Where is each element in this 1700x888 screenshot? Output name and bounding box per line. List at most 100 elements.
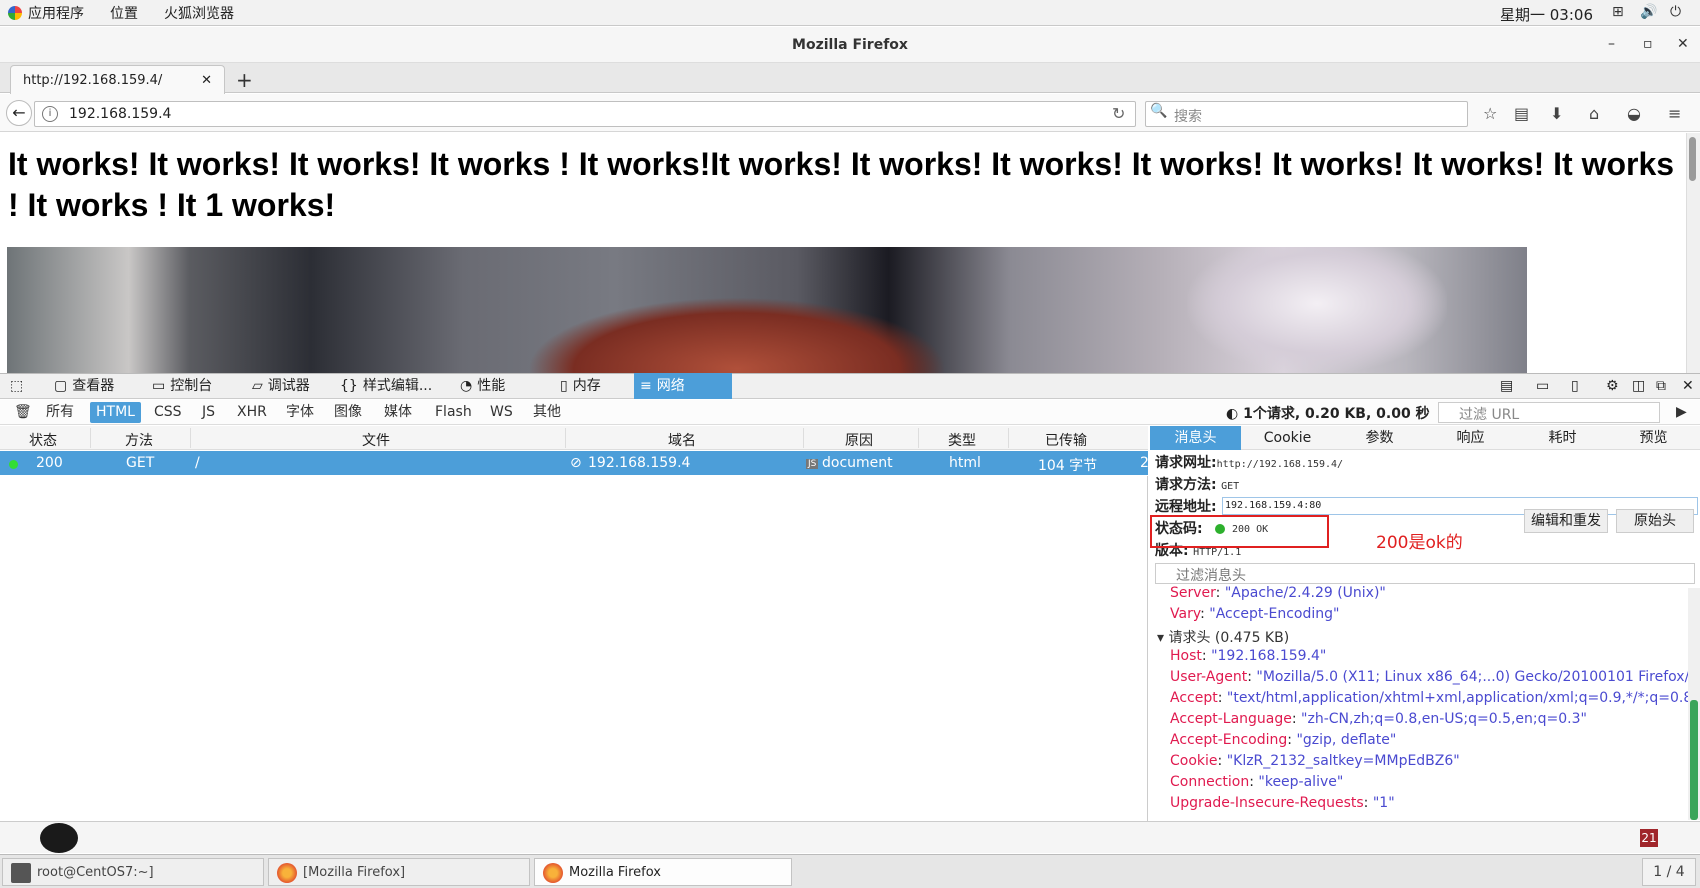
- filter-media[interactable]: 媒体: [378, 402, 418, 423]
- responsive-mode-icon[interactable]: ▤: [1494, 373, 1519, 399]
- network-icon[interactable]: ⊞: [1612, 4, 1624, 20]
- window-title: Mozilla Firefox: [0, 27, 1700, 63]
- tab-network[interactable]: ≡ 网络: [634, 373, 732, 399]
- network-tab-icon: ≡: [640, 378, 652, 394]
- firefox-menu[interactable]: 火狐浏览器: [164, 3, 234, 23]
- row-type: html: [949, 455, 981, 471]
- edit-resend-button[interactable]: 编辑和重发: [1524, 509, 1608, 533]
- downloads-icon[interactable]: ⬇: [1550, 104, 1563, 123]
- filter-flash[interactable]: Flash: [429, 402, 478, 423]
- filter-images[interactable]: 图像: [328, 402, 368, 423]
- places-menu[interactable]: 位置: [110, 3, 138, 23]
- hamburger-menu-icon[interactable]: ≡: [1668, 104, 1681, 123]
- volume-icon[interactable]: 🔊: [1640, 4, 1657, 20]
- tab-memory[interactable]: ▯ 内存: [554, 373, 607, 399]
- filter-html[interactable]: HTML: [90, 402, 141, 423]
- col-file[interactable]: 文件: [362, 430, 390, 450]
- request-headers-section[interactable]: ▾ 请求头 (0.475 KB): [1157, 627, 1289, 647]
- header-line: Server: "Apache/2.4.29 (Unix)": [1170, 585, 1386, 601]
- col-transferred[interactable]: 已传输: [1045, 430, 1087, 450]
- tab-console[interactable]: ▭ 控制台: [146, 373, 218, 399]
- filter-ws[interactable]: WS: [484, 402, 519, 423]
- status-dot: [9, 460, 18, 469]
- dock-side-icon[interactable]: ◫: [1626, 373, 1651, 399]
- close-window-button[interactable]: ✕: [1677, 36, 1689, 52]
- col-status[interactable]: 状态: [29, 430, 57, 450]
- split-console-icon[interactable]: ▭: [1530, 373, 1555, 399]
- inspector-icon: ▢: [54, 378, 68, 394]
- tab-style-editor[interactable]: {} 样式编辑...: [334, 373, 438, 399]
- memory-icon: ▯: [560, 378, 568, 394]
- performance-icon: ◔: [460, 378, 473, 394]
- console-icon: ▭: [152, 378, 166, 394]
- bookmark-star-icon[interactable]: ☆: [1483, 104, 1497, 123]
- device-icon[interactable]: ▯: [1565, 373, 1585, 399]
- debugger-icon: ▱: [252, 378, 263, 394]
- applications-menu[interactable]: 应用程序: [8, 3, 84, 23]
- tab-inspector[interactable]: ▢ 查看器: [48, 373, 120, 399]
- row-status: 200: [36, 455, 63, 471]
- header-line: User-Agent: "Mozilla/5.0 (X11; Linux x86…: [1170, 669, 1700, 685]
- filter-fonts[interactable]: 字体: [280, 402, 320, 423]
- close-devtools-icon[interactable]: ✕: [1676, 373, 1700, 399]
- detail-scrollbar-thumb[interactable]: [1690, 700, 1698, 820]
- summary-icon: ◐: [1226, 406, 1244, 422]
- clear-requests-icon[interactable]: 🗑: [8, 402, 38, 423]
- header-line: Connection: "keep-alive": [1170, 774, 1344, 790]
- filter-all[interactable]: 所有: [40, 402, 80, 423]
- filter-other[interactable]: 其他: [527, 402, 567, 423]
- site-info-icon[interactable]: i: [42, 106, 58, 122]
- tab-params[interactable]: 参数: [1334, 426, 1425, 450]
- insecure-icon: ⊘: [570, 455, 582, 471]
- maximize-button[interactable]: ▫: [1643, 36, 1653, 52]
- header-filter-input[interactable]: 过滤消息头: [1155, 563, 1695, 584]
- clock[interactable]: 星期一 03:06: [1500, 4, 1593, 25]
- row-method: GET: [126, 455, 155, 471]
- search-input[interactable]: 搜索: [1145, 101, 1468, 127]
- url-filter-input[interactable]: 过滤 URL: [1438, 402, 1660, 423]
- home-icon[interactable]: ⌂: [1589, 104, 1599, 123]
- row-transferred: 104 字节: [1038, 458, 1098, 474]
- header-line: Vary: "Accept-Encoding": [1170, 606, 1340, 622]
- tab-timings[interactable]: 耗时: [1517, 426, 1608, 450]
- pocket-icon[interactable]: ◒: [1627, 104, 1641, 123]
- reload-icon[interactable]: ↻: [1112, 104, 1125, 123]
- new-tab-button[interactable]: +: [236, 68, 253, 92]
- toggle-sidebar-icon[interactable]: ▶: [1670, 402, 1693, 423]
- system-top-bar: 应用程序 位置 火狐浏览器: [0, 0, 1700, 26]
- tab-performance[interactable]: ◔ 性能: [454, 373, 511, 399]
- page-scrollbar-thumb[interactable]: [1689, 137, 1696, 181]
- col-domain[interactable]: 域名: [668, 430, 696, 450]
- tab-strip: [0, 63, 1700, 93]
- filter-js[interactable]: JS: [196, 402, 221, 423]
- back-button[interactable]: ←: [6, 100, 32, 126]
- settings-gear-icon[interactable]: ⚙: [1600, 373, 1625, 399]
- filter-xhr[interactable]: XHR: [231, 402, 273, 423]
- col-type[interactable]: 类型: [948, 430, 976, 450]
- counter-badge[interactable]: 21: [1640, 829, 1658, 847]
- col-method[interactable]: 方法: [125, 430, 153, 450]
- task-firefox-minimized[interactable]: [Mozilla Firefox]: [268, 858, 530, 886]
- tab-debugger[interactable]: ▱ 调试器: [246, 373, 316, 399]
- close-tab-icon[interactable]: ✕: [201, 73, 212, 88]
- header-line: Accept-Encoding: "gzip, deflate": [1170, 732, 1397, 748]
- tab-response[interactable]: 响应: [1425, 426, 1516, 450]
- col-cause[interactable]: 原因: [845, 430, 873, 450]
- browser-tab[interactable]: http://192.168.159.4/ ✕: [10, 65, 225, 94]
- url-bar[interactable]: 192.168.159.4: [34, 101, 1136, 127]
- tab-preview[interactable]: 预览: [1608, 426, 1699, 450]
- task-terminal[interactable]: root@CentOS7:~]: [2, 858, 264, 886]
- filter-css[interactable]: CSS: [148, 402, 188, 423]
- undock-icon[interactable]: ⧉: [1650, 373, 1672, 399]
- firefox-icon: [543, 863, 563, 883]
- reading-list-icon[interactable]: ▤: [1514, 104, 1529, 123]
- workspace-pager[interactable]: 1 / 4: [1642, 858, 1696, 886]
- power-icon[interactable]: ⏻: [1670, 4, 1681, 20]
- tab-cookie[interactable]: Cookie: [1242, 426, 1333, 450]
- task-firefox-active[interactable]: Mozilla Firefox: [534, 858, 792, 886]
- minimize-button[interactable]: –: [1608, 36, 1615, 52]
- header-line: Cookie: "KlzR_2132_saltkey=MMpEdBZ6": [1170, 753, 1460, 769]
- element-picker-icon[interactable]: ⬚: [4, 373, 29, 399]
- raw-headers-button[interactable]: 原始头: [1616, 509, 1694, 533]
- tab-headers[interactable]: 消息头: [1150, 426, 1241, 450]
